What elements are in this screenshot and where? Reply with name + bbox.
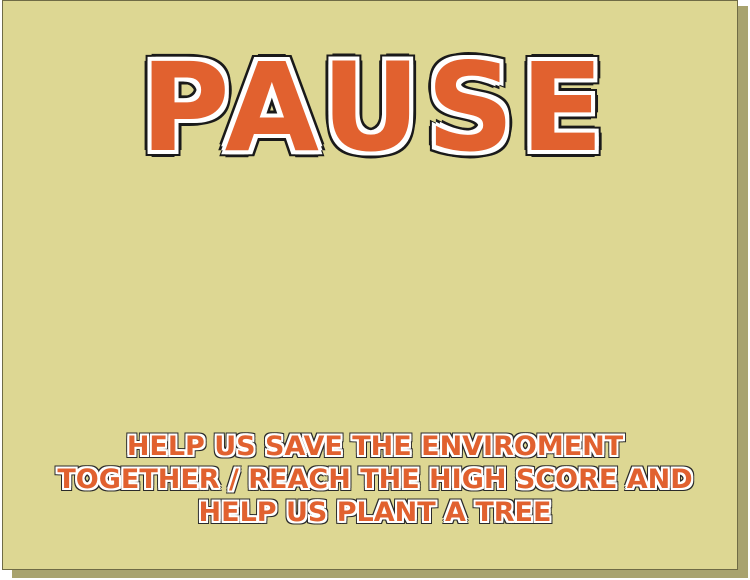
pause-title: PAUSE: [138, 36, 610, 180]
message-line-2: TOGETHER / REACH THE HIGH SCORE AND: [57, 464, 693, 496]
message-line-1: HELP US SAVE THE ENVIROMENT: [126, 431, 624, 463]
pause-message: HELP US SAVE THE ENVIROMENT TOGETHER / R…: [0, 430, 750, 529]
pause-screen: PAUSE HELP US SAVE THE ENVIROMENT TOGETH…: [0, 0, 750, 580]
message-line-3: HELP US PLANT A TREE: [198, 497, 552, 529]
